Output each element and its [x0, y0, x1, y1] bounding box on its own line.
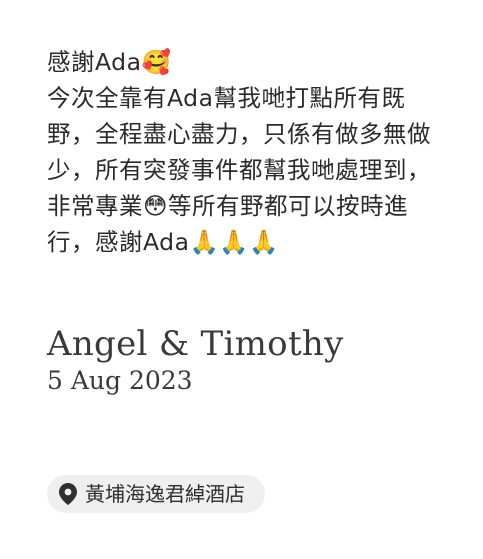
location-label: 黃埔海逸君綽酒店	[85, 482, 245, 506]
location-chip[interactable]: 黃埔海逸君綽酒店	[47, 475, 265, 513]
map-pin-icon	[59, 483, 77, 505]
testimonial-card: 感謝Ada🥰 今次全靠有Ada幫我哋打點所有既野，全程盡心盡力，只係有做多無做少…	[0, 0, 483, 559]
author-names: Angel & Timothy	[47, 324, 344, 364]
testimonial-greeting: 感謝Ada🥰	[47, 48, 172, 76]
testimonial-body: 今次全靠有Ada幫我哋打點所有既野，全程盡心盡力，只係有做多無做少，所有突發事件…	[47, 84, 431, 256]
testimonial-date: 5 Aug 2023	[47, 366, 193, 395]
testimonial-text: 感謝Ada🥰 今次全靠有Ada幫我哋打點所有既野，全程盡心盡力，只係有做多無做少…	[47, 44, 447, 260]
